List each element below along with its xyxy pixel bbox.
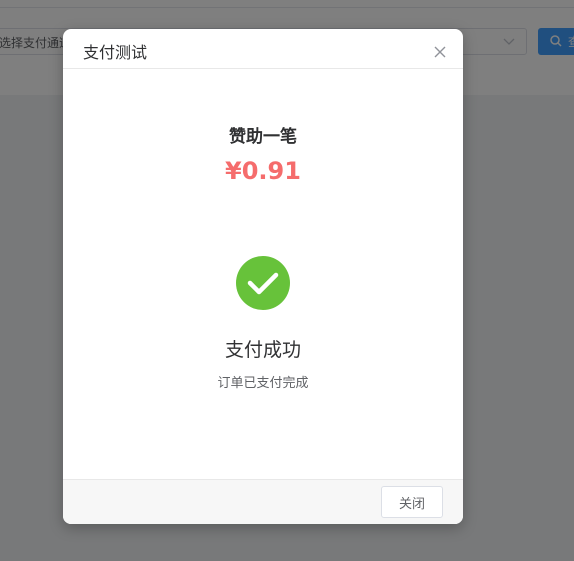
- payment-status-title: 支付成功: [224, 339, 301, 361]
- payment-test-dialog: 支付测试 赞助一笔 ¥0.91 支付成功 订单已支付完成 关闭: [63, 29, 463, 524]
- payment-status-subtitle: 订单已支付完成: [217, 376, 309, 391]
- dialog-footer: 关闭: [63, 479, 463, 524]
- payment-amount: ¥0.91: [225, 157, 301, 185]
- close-button[interactable]: 关闭: [381, 486, 443, 518]
- donate-title: 赞助一笔: [229, 127, 297, 147]
- dialog-title: 支付测试: [83, 43, 148, 62]
- dialog-header: 支付测试: [63, 29, 463, 69]
- check-circle-icon: [236, 256, 290, 310]
- close-icon[interactable]: [433, 45, 447, 59]
